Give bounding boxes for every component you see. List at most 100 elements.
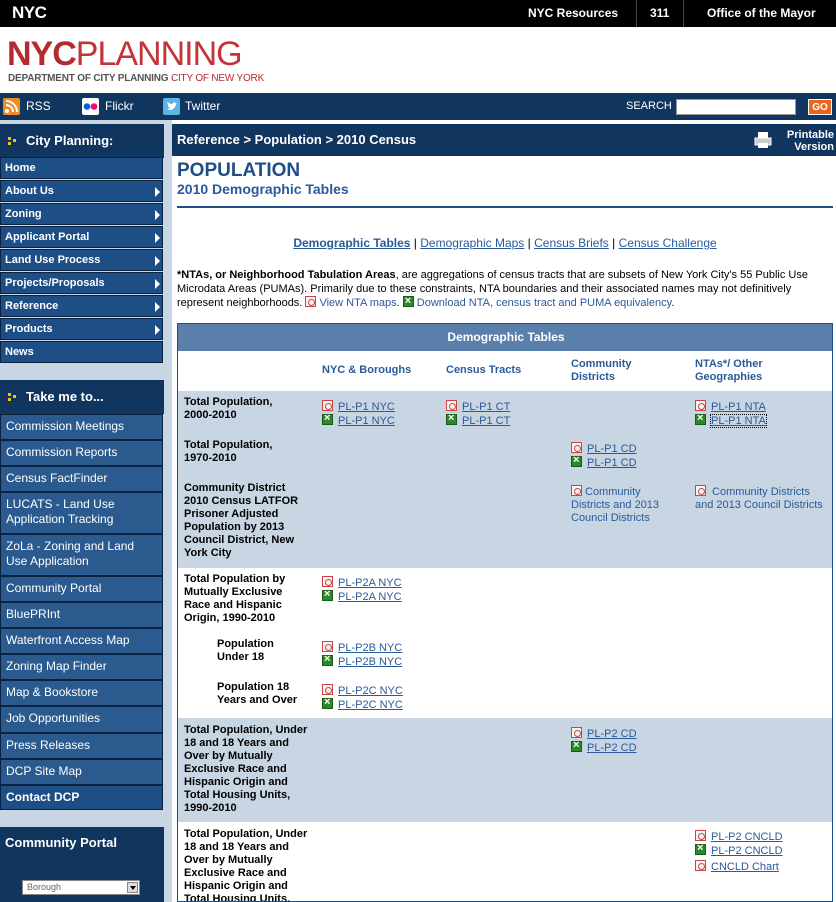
tab-census-challenge[interactable]: Census Challenge: [619, 236, 717, 250]
nav-land-use-process[interactable]: Land Use Process: [0, 249, 163, 271]
file-link[interactable]: PL-P2C NYC: [338, 685, 403, 697]
rss-link[interactable]: RSS: [26, 93, 51, 120]
download-nta-equivalency-link[interactable]: Download NTA, census tract and PUMA equi…: [417, 297, 672, 309]
nyc-boroughs-cell: PL-P1 NYC PL-P1 NYC: [322, 400, 395, 428]
view-nta-maps-link[interactable]: View NTA maps: [319, 297, 396, 309]
column-header: NTAs*/ Other Geographies: [695, 358, 763, 383]
row-label: Total Population by Mutually Exclusive R…: [184, 573, 286, 624]
nav-products[interactable]: Products: [0, 318, 163, 340]
nav-zoning[interactable]: Zoning: [0, 203, 163, 225]
flickr-link[interactable]: Flickr: [105, 93, 134, 120]
demographic-table: Demographic Tables NYC & Boroughs Census…: [177, 323, 833, 902]
link-job-opportunities[interactable]: Job Opportunities: [0, 706, 163, 733]
file-link[interactable]: PL-P1 NTA: [710, 414, 767, 428]
nyc-resources-link[interactable]: NYC Resources: [528, 0, 618, 27]
link-map-bookstore[interactable]: Map & Bookstore: [0, 680, 163, 706]
file-link[interactable]: PL-P2A NYC: [338, 577, 402, 589]
link-zoning-map-finder[interactable]: Zoning Map Finder: [0, 654, 163, 680]
bullet-dots-icon: [8, 393, 18, 403]
page-subtitle: 2010 Demographic Tables: [177, 181, 349, 197]
search-go-button[interactable]: GO: [808, 99, 832, 115]
twitter-link[interactable]: Twitter: [185, 93, 220, 120]
link-press-releases[interactable]: Press Releases: [0, 733, 163, 759]
census-tracts-cell: PL-P1 CT PL-P1 CT: [446, 400, 510, 428]
file-link[interactable]: PL-P1 NYC: [338, 401, 395, 413]
file-link[interactable]: PL-P2 CNCLD: [711, 845, 783, 857]
excel-icon: [322, 696, 333, 709]
link-commission-meetings[interactable]: Commission Meetings: [0, 414, 163, 440]
nav-about-us[interactable]: About Us: [0, 180, 163, 202]
file-link[interactable]: PL-P1 CT: [462, 415, 510, 427]
row-label: Population Under 18: [217, 638, 274, 663]
file-link[interactable]: PL-P2 CD: [587, 742, 637, 754]
search-label: SEARCH: [626, 100, 672, 112]
take-me-to-heading: Take me to...: [0, 380, 164, 414]
file-link[interactable]: Community Districts and 2013 Council Dis…: [695, 486, 823, 511]
excel-icon: [402, 294, 414, 308]
link-census-factfinder[interactable]: Census FactFinder: [0, 466, 163, 492]
column-header: Community Districts: [571, 358, 632, 383]
link-waterfront-access-map[interactable]: Waterfront Access Map: [0, 628, 163, 654]
tab-demographic-maps[interactable]: Demographic Maps: [420, 236, 524, 250]
file-link[interactable]: PL-P2 CNCLD: [711, 831, 783, 843]
row-label: Population 18 Years and Over: [217, 681, 298, 706]
nav-news[interactable]: News: [0, 341, 163, 363]
file-link[interactable]: PL-P1 CT: [462, 401, 510, 413]
pdf-icon: [695, 400, 706, 411]
row-label: Community District 2010 Census LATFOR Pr…: [184, 482, 299, 559]
link-contact-dcp[interactable]: Contact DCP: [0, 785, 163, 810]
nyc-planning-logo[interactable]: NYCPLANNING: [7, 37, 243, 71]
nyc-logo[interactable]: NYC: [12, 3, 47, 23]
chevron-down-icon: [127, 882, 138, 893]
tab-demographic-tables[interactable]: Demographic Tables: [293, 236, 410, 250]
pdf-icon: [571, 485, 582, 496]
file-link[interactable]: PL-P2A NYC: [338, 591, 402, 603]
link-dcp-site-map[interactable]: DCP Site Map: [0, 759, 163, 785]
nyc-boroughs-cell: PL-P2B NYC PL-P2B NYC: [322, 641, 402, 669]
link-blueprint[interactable]: BluePRInt: [0, 602, 163, 628]
section-tabs: Demographic Tables | Demographic Maps | …: [293, 236, 717, 250]
printable-version-button[interactable]: Printable Version: [752, 128, 836, 154]
file-link[interactable]: PL-P1 CD: [587, 457, 637, 469]
pdf-icon: [695, 485, 706, 496]
311-link[interactable]: 311: [650, 0, 669, 27]
table-header-row: NYC & Boroughs Census Tracts Community D…: [178, 351, 832, 391]
link-community-portal[interactable]: Community Portal: [0, 576, 163, 602]
file-link[interactable]: PL-P1 NYC: [338, 415, 395, 427]
nav-projects-proposals[interactable]: Projects/Proposals: [0, 272, 163, 294]
intro-bold: *NTAs, or Neighborhood Tabulation Areas: [177, 269, 396, 281]
file-link[interactable]: Community Districts and 2013 Council Dis…: [571, 486, 659, 524]
search-input[interactable]: [676, 99, 796, 115]
arrow-right-icon: [155, 187, 160, 197]
pdf-icon: [571, 442, 582, 453]
link-lucats[interactable]: LUCATS - Land Use Application Tracking: [0, 492, 163, 534]
pdf-icon: [305, 296, 317, 307]
file-link[interactable]: PL-P1 NTA: [711, 401, 766, 413]
pdf-icon: [571, 727, 582, 738]
pdf-icon: [322, 400, 333, 411]
community-portal-heading: Community Portal: [0, 827, 164, 859]
file-link[interactable]: PL-P2 CD: [587, 728, 637, 740]
twitter-icon[interactable]: [163, 98, 180, 115]
nav-home[interactable]: Home: [0, 157, 163, 179]
link-commission-reports[interactable]: Commission Reports: [0, 440, 163, 466]
file-link[interactable]: PL-P2C NYC: [338, 699, 403, 711]
office-of-mayor-link[interactable]: Office of the Mayor: [707, 0, 816, 27]
nta-cell: Community Districts and 2013 Council Dis…: [695, 485, 830, 512]
nta-cell: PL-P2 CNCLD PL-P2 CNCLD CNCLD Chart: [695, 830, 783, 874]
nav-applicant-portal[interactable]: Applicant Portal: [0, 226, 163, 248]
nav-reference[interactable]: Reference: [0, 295, 163, 317]
top-divider: [683, 0, 684, 27]
rss-icon[interactable]: [3, 98, 20, 115]
link-zola[interactable]: ZoLa - Zoning and Land Use Application: [0, 534, 163, 576]
borough-select[interactable]: Borough: [22, 880, 140, 895]
arrow-right-icon: [155, 233, 160, 243]
file-link[interactable]: CNCLD Chart: [711, 861, 779, 873]
file-link[interactable]: PL-P2B NYC: [338, 642, 402, 654]
flickr-icon[interactable]: [82, 98, 99, 115]
file-link[interactable]: PL-P2B NYC: [338, 656, 402, 668]
file-link[interactable]: PL-P1 CD: [587, 443, 637, 455]
banner: NYCPLANNING DEPARTMENT OF CITY PLANNING …: [0, 27, 836, 93]
tab-census-briefs[interactable]: Census Briefs: [534, 236, 609, 250]
divider: [177, 206, 833, 208]
